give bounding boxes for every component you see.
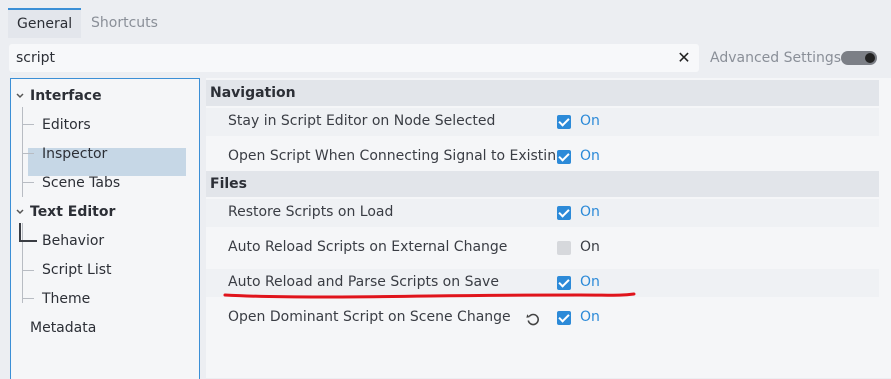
setting-value[interactable]: On (580, 309, 600, 325)
setting-label: Restore Scripts on Load (228, 204, 394, 220)
red-underline-annotation (223, 292, 636, 299)
tree-item-inspector[interactable]: Inspector (42, 141, 107, 167)
advanced-settings-toggle[interactable] (841, 51, 877, 65)
tree-item-interface[interactable]: Interface (30, 83, 102, 109)
setting-checkbox[interactable] (557, 206, 571, 220)
tab-general[interactable]: General (8, 8, 82, 38)
revert-icon[interactable] (525, 311, 541, 327)
setting-label: Open Dominant Script on Scene Change (228, 309, 511, 325)
tree-item-script-list[interactable]: Script List (42, 257, 112, 283)
section-title: Files (210, 176, 247, 192)
tree-guide-line (22, 107, 23, 197)
setting-label: Open Script When Connecting Signal to Ex… (228, 148, 565, 164)
tree-guide-line (22, 223, 23, 303)
search-value: script (16, 50, 56, 66)
advanced-settings-label: Advanced Settings (710, 50, 842, 66)
tree-guide-line (22, 270, 34, 271)
tree-item-behavior[interactable]: Behavior (42, 228, 104, 254)
tree-item-theme[interactable]: Theme (42, 286, 90, 312)
tree-item-text-editor[interactable]: Text Editor (30, 199, 115, 225)
section-title: Navigation (210, 85, 296, 101)
setting-value[interactable]: On (580, 239, 600, 255)
section-files: Files (206, 171, 879, 197)
tree-item-scene-tabs[interactable]: Scene Tabs (42, 170, 120, 196)
setting-checkbox[interactable] (557, 150, 571, 164)
toggle-knob (865, 53, 875, 63)
section-navigation: Navigation (206, 80, 879, 106)
close-icon[interactable]: ✕ (675, 44, 693, 72)
chevron-down-icon[interactable] (15, 207, 25, 217)
setting-value[interactable]: On (580, 204, 600, 220)
setting-checkbox[interactable] (557, 311, 571, 325)
tree-guide-line-selected (19, 240, 37, 242)
setting-label: Auto Reload Scripts on External Change (228, 239, 508, 255)
chevron-down-icon[interactable] (15, 91, 25, 101)
tree-guide-line (22, 182, 34, 183)
tree-guide-line-selected (19, 223, 21, 241)
setting-value[interactable]: On (580, 113, 600, 129)
tree-item-metadata[interactable]: Metadata (30, 315, 96, 341)
search-input[interactable]: script ✕ (9, 44, 699, 72)
setting-label: Stay in Script Editor on Node Selected (228, 113, 496, 129)
tab-shortcuts[interactable]: Shortcuts (82, 8, 167, 38)
tree-item-editors[interactable]: Editors (42, 112, 91, 138)
setting-value[interactable]: On (580, 148, 600, 164)
setting-checkbox[interactable] (557, 241, 571, 255)
tree-guide-line (22, 124, 34, 125)
tree-guide-line (22, 153, 34, 154)
setting-checkbox[interactable] (557, 115, 571, 129)
tab-bar: General Shortcuts (0, 0, 891, 38)
tree-guide-line (22, 298, 34, 299)
